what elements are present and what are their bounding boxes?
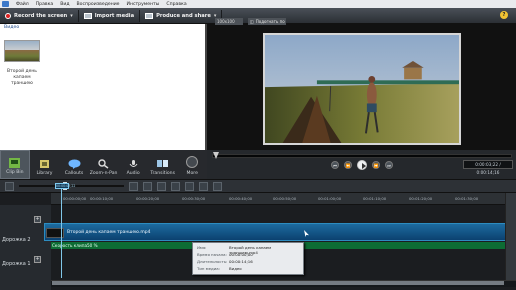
track-label-2: Дорожка 2	[2, 237, 31, 243]
tab-callouts[interactable]: Callouts	[59, 150, 89, 179]
tooltip-key: Тип медиа:	[197, 266, 220, 271]
video-preview-frame[interactable]	[263, 33, 461, 145]
import-media-icon	[83, 12, 92, 19]
transitions-icon	[157, 160, 169, 167]
fit-dropdown[interactable]: ◫ Подогнать по	[248, 17, 286, 25]
tab-more[interactable]: More	[177, 150, 207, 179]
playhead-line[interactable]	[61, 183, 62, 278]
scrollbar-thumb[interactable]	[52, 281, 504, 285]
timeline-side-panel	[505, 193, 516, 280]
play-button[interactable]	[357, 160, 367, 170]
undo-icon[interactable]	[143, 181, 152, 191]
import-media-label: Import media	[94, 12, 135, 19]
paste-icon[interactable]	[199, 181, 208, 191]
tab-clip-bin-label: Clip Bin	[6, 170, 24, 175]
menu-playback[interactable]: Воспроизведение	[77, 2, 120, 7]
tab-more-label: More	[186, 171, 198, 176]
record-screen-button[interactable]: Record the screen ▾	[0, 9, 79, 22]
zoom-in-icon[interactable]	[129, 181, 138, 191]
chevron-down-icon: ▾	[70, 12, 73, 19]
tooltip-value: Видео	[229, 266, 242, 271]
task-tabs: Clip Bin Library Callouts Zoom-n-Pan Aud…	[0, 150, 207, 179]
track-headers	[0, 205, 51, 290]
more-icon	[186, 156, 199, 168]
import-media-button[interactable]: Import media	[79, 9, 141, 22]
track-label-1: Дорожка 1	[2, 261, 31, 267]
tooltip-value: 00:00:14;16	[229, 259, 253, 264]
library-icon	[39, 160, 49, 168]
preview-toolbar: 100x100 ◫ Подогнать по	[207, 17, 516, 25]
ruler-label-7: 00:01:10;00	[363, 196, 387, 201]
tab-audio-label: Audio	[126, 171, 140, 176]
clip-bin-section-label: Видео	[4, 25, 20, 30]
microphone-icon	[129, 160, 138, 167]
fast-forward-icon[interactable]: ⏩	[372, 161, 380, 169]
playhead-timecode[interactable]: 00:00:03;22	[55, 183, 75, 189]
clip-bin-icon	[9, 158, 21, 168]
split-icon[interactable]	[213, 181, 222, 191]
tooltip-row: Время начала: 00:00:00;00	[197, 252, 302, 257]
tab-zoom-n-pan[interactable]: Zoom-n-Pan	[89, 150, 119, 179]
timeline-toolbar	[0, 179, 516, 193]
clip-bin-panel: Видео Второй день капаем траншею	[0, 24, 207, 150]
ruler-label-2: 00:00:20;00	[136, 196, 160, 201]
menu-help[interactable]: Справка	[166, 2, 186, 7]
video-frame-image	[265, 35, 459, 143]
tab-library-label: Library	[36, 171, 53, 176]
callout-bubble-icon	[68, 159, 81, 169]
clip-name: Второй день капаем траншею	[7, 69, 37, 86]
cut-icon[interactable]	[171, 181, 180, 191]
menu-file[interactable]: Файл	[16, 2, 29, 7]
copy-icon[interactable]	[185, 181, 194, 191]
clip-info-tooltip: Имя: Второй день капаем траншею.mp4 Врем…	[192, 242, 304, 275]
tooltip-row: Тип медиа: Видео	[197, 266, 302, 271]
menu-tools[interactable]: Инструменты	[127, 2, 160, 7]
menu-edit[interactable]: Правка	[36, 2, 53, 7]
tooltip-key: Время начала:	[197, 252, 227, 257]
preview-scrubber[interactable]	[212, 154, 512, 158]
tooltip-row: Длительность: 00:00:14;16	[197, 259, 302, 264]
tab-audio[interactable]: Audio	[118, 150, 148, 179]
magnifier-icon[interactable]	[5, 181, 14, 191]
produce-share-label: Produce and share	[156, 12, 211, 19]
record-screen-label: Record the screen	[14, 12, 68, 19]
rewind-icon[interactable]: ⏪	[344, 161, 352, 169]
ruler-label-1: 00:00:10;00	[90, 196, 114, 201]
previous-clip-icon[interactable]: ⏮	[331, 161, 339, 169]
ruler-label-9: 00:01:30;00	[455, 196, 479, 201]
tab-clip-bin[interactable]: Clip Bin	[0, 150, 30, 179]
magnifier-icon	[98, 159, 109, 169]
tab-zoom-n-pan-label: Zoom-n-Pan	[89, 171, 118, 176]
ruler-label-3: 00:00:30;00	[182, 196, 206, 201]
ruler-label-0: 00:00:00;00	[63, 196, 87, 201]
add-track-button[interactable]: +	[34, 256, 41, 263]
fit-label: Подогнать по	[255, 18, 285, 24]
redo-icon[interactable]	[157, 181, 166, 191]
tab-library[interactable]: Library	[30, 150, 60, 179]
produce-share-icon	[145, 12, 154, 19]
menu-bar: Файл Правка Вид Воспроизведение Инструме…	[0, 0, 516, 8]
tab-transitions[interactable]: Transitions	[148, 150, 178, 179]
menu-view[interactable]: Вид	[60, 2, 69, 7]
ruler-label-4: 00:00:40;00	[229, 196, 253, 201]
ruler-label-8: 00:01:20;00	[409, 196, 433, 201]
clip-thumbnail[interactable]	[4, 40, 40, 62]
fit-icon: ◫	[250, 18, 254, 24]
zoom-field[interactable]: 100x100	[215, 17, 243, 25]
add-track-button[interactable]: +	[34, 216, 41, 223]
tab-callouts-label: Callouts	[64, 171, 84, 176]
camtasia-logo-icon	[2, 1, 9, 7]
preview-timecode: 0:00:03;22 / 0:00:14;16	[463, 160, 513, 175]
next-clip-icon[interactable]: ⏭	[385, 161, 393, 169]
tab-transitions-label: Transitions	[150, 171, 175, 176]
tooltip-value: 00:00:00;00	[229, 252, 253, 257]
ruler-label-6: 00:01:00;00	[318, 196, 342, 201]
timeline-video-clip[interactable]: Второй день капаем траншею.mp4	[44, 223, 516, 241]
tooltip-key: Длительность:	[197, 259, 228, 264]
ruler-label-5: 00:00:50;00	[273, 196, 297, 201]
record-icon	[5, 12, 11, 19]
